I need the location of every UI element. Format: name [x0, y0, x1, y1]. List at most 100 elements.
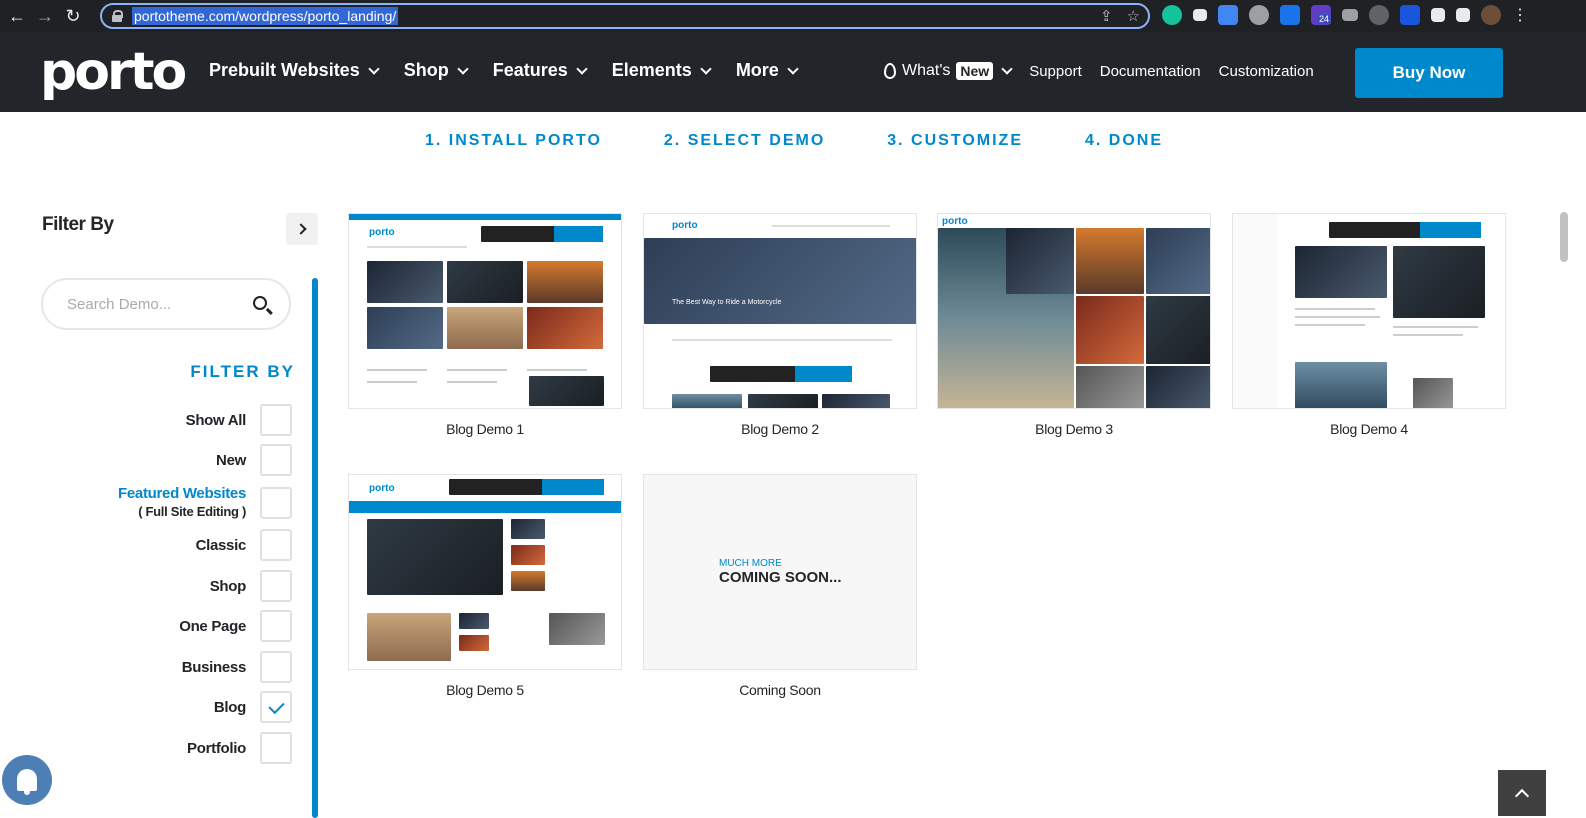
sidebar-toggle-button[interactable]	[286, 213, 318, 245]
translate-icon[interactable]	[1218, 5, 1238, 25]
filter-featured-websites[interactable]: Featured Websites ( Full Site Editing )	[60, 485, 292, 521]
filter-label: Blog	[213, 698, 246, 716]
recycle-icon[interactable]	[1369, 5, 1389, 25]
flame-icon	[884, 63, 896, 79]
lock-icon[interactable]	[112, 10, 123, 22]
nav-support[interactable]: Support	[1029, 63, 1082, 80]
chevron-down-icon	[1001, 63, 1013, 75]
thumb-image	[1413, 378, 1453, 408]
notification-bell-button[interactable]	[2, 755, 52, 805]
camera-icon[interactable]	[1342, 9, 1358, 21]
nav-customization[interactable]: Customization	[1219, 63, 1314, 80]
coming-soon-thumbnail: MUCH MORE COMING SOON...	[643, 474, 917, 670]
thumb-image	[511, 519, 545, 539]
filter-checkbox[interactable]	[260, 732, 292, 764]
filter-checkbox[interactable]	[260, 610, 292, 642]
thumb-image	[1076, 366, 1144, 408]
profile-avatar[interactable]	[1481, 5, 1501, 25]
grammarly-icon[interactable]	[1162, 5, 1182, 25]
demo-thumbnail[interactable]: porto The Best Way to Ride a Motorcycle	[643, 213, 917, 409]
nav-elements[interactable]: Elements	[612, 60, 712, 81]
extension-icon[interactable]	[1193, 9, 1207, 21]
filter-show-all[interactable]: Show All	[60, 404, 292, 436]
nav-documentation[interactable]: Documentation	[1100, 63, 1201, 80]
filter-checkbox[interactable]	[260, 651, 292, 683]
thumb-logo: porto	[672, 220, 698, 231]
demo-card-blog-5[interactable]: porto Blog Demo 5	[348, 474, 622, 698]
filter-checkbox[interactable]	[260, 529, 292, 561]
sidebar-accent-bar	[312, 278, 318, 818]
demo-title[interactable]: Blog Demo 2	[643, 421, 917, 437]
new-badge: New	[956, 62, 994, 80]
thumb-text-line	[447, 381, 497, 383]
filter-label: Shop	[209, 577, 247, 595]
share-icon[interactable]: ⇪	[1100, 7, 1113, 25]
filter-checkbox[interactable]	[260, 487, 292, 519]
demo-thumbnail[interactable]: porto	[348, 213, 622, 409]
filter-checkbox[interactable]	[260, 444, 292, 476]
thumb-image	[367, 261, 443, 303]
page-scrollbar[interactable]	[1560, 32, 1568, 816]
filter-checkbox[interactable]	[260, 404, 292, 436]
filter-one-page[interactable]: One Page	[60, 610, 292, 642]
demo-title[interactable]: Blog Demo 1	[348, 421, 622, 437]
demo-card-blog-1[interactable]: porto Blog Demo 1	[348, 213, 622, 437]
filter-classic[interactable]: Classic	[60, 529, 292, 561]
thumb-image	[822, 394, 890, 408]
thumb-banner	[481, 226, 603, 242]
filter-checkbox-checked[interactable]	[260, 691, 292, 723]
demo-title[interactable]: Blog Demo 3	[937, 421, 1211, 437]
back-icon[interactable]: ←	[6, 5, 28, 27]
filter-label: Featured Websites ( Full Site Editing )	[118, 485, 246, 521]
buy-now-button[interactable]: Buy Now	[1355, 48, 1503, 98]
coming-soon-text: COMING SOON...	[719, 569, 842, 586]
globe-icon[interactable]	[1249, 5, 1269, 25]
demo-card-blog-2[interactable]: porto The Best Way to Ride a Motorcycle …	[643, 213, 917, 437]
s-extension-icon[interactable]	[1280, 5, 1300, 25]
step-install: 1. INSTALL PORTO	[425, 132, 602, 149]
hat-extension-icon[interactable]: 24	[1311, 5, 1332, 25]
chevron-down-icon	[368, 62, 380, 75]
demo-thumbnail[interactable]: porto	[1232, 213, 1506, 409]
forward-icon[interactable]: →	[34, 5, 56, 27]
demo-thumbnail[interactable]: porto	[937, 213, 1211, 409]
search-icon[interactable]	[253, 296, 267, 310]
filter-portfolio[interactable]: Portfolio	[60, 732, 292, 764]
filter-checkbox[interactable]	[260, 570, 292, 602]
nav-prebuilt-websites[interactable]: Prebuilt Websites	[209, 60, 380, 81]
search-demo-input[interactable]	[67, 295, 247, 313]
menu-dots-icon[interactable]: ⋮	[1512, 5, 1528, 25]
nav-more[interactable]: More	[735, 60, 799, 81]
site-header: porto Prebuilt Websites Shop Features El…	[0, 32, 1586, 112]
filter-blog[interactable]: Blog	[60, 691, 292, 723]
url-text[interactable]: portotheme.com/wordpress/porto_landing/	[132, 7, 399, 25]
scrollbar-thumb[interactable]	[1560, 212, 1568, 262]
bookmark-star-icon[interactable]: ☆	[1127, 7, 1140, 25]
demo-title[interactable]: Blog Demo 4	[1232, 421, 1506, 437]
screen-capture-icon[interactable]	[1400, 5, 1420, 25]
thumb-image	[1076, 296, 1144, 364]
demo-card-blog-4[interactable]: porto Blog Demo 4	[1232, 213, 1506, 437]
sidepanel-icon[interactable]	[1456, 8, 1470, 22]
nav-whats-new[interactable]: What's New	[884, 62, 1013, 80]
nav-label: More	[735, 60, 779, 80]
demo-thumbnail[interactable]: porto	[348, 474, 622, 670]
demo-card-blog-3[interactable]: porto Blog Demo 3	[937, 213, 1211, 437]
reload-icon[interactable]: ↻	[62, 5, 84, 27]
nav-shop[interactable]: Shop	[404, 60, 469, 81]
filter-shop[interactable]: Shop	[60, 570, 292, 602]
nav-features[interactable]: Features	[493, 60, 588, 81]
filter-business[interactable]: Business	[60, 651, 292, 683]
thumb-image	[511, 571, 545, 591]
thumb-image	[367, 519, 503, 595]
scroll-to-top-button[interactable]	[1498, 770, 1546, 816]
demo-title[interactable]: Blog Demo 5	[348, 682, 622, 698]
thumb-text-line	[527, 369, 587, 371]
thumb-logo: porto	[369, 483, 395, 494]
filter-label: One Page	[179, 617, 246, 635]
porto-logo[interactable]: porto	[40, 42, 187, 102]
address-bar[interactable]: portotheme.com/wordpress/porto_landing/ …	[100, 3, 1150, 29]
filter-new[interactable]: New	[60, 444, 292, 476]
thumb-text-line	[367, 369, 427, 371]
puzzle-icon[interactable]	[1431, 8, 1445, 22]
